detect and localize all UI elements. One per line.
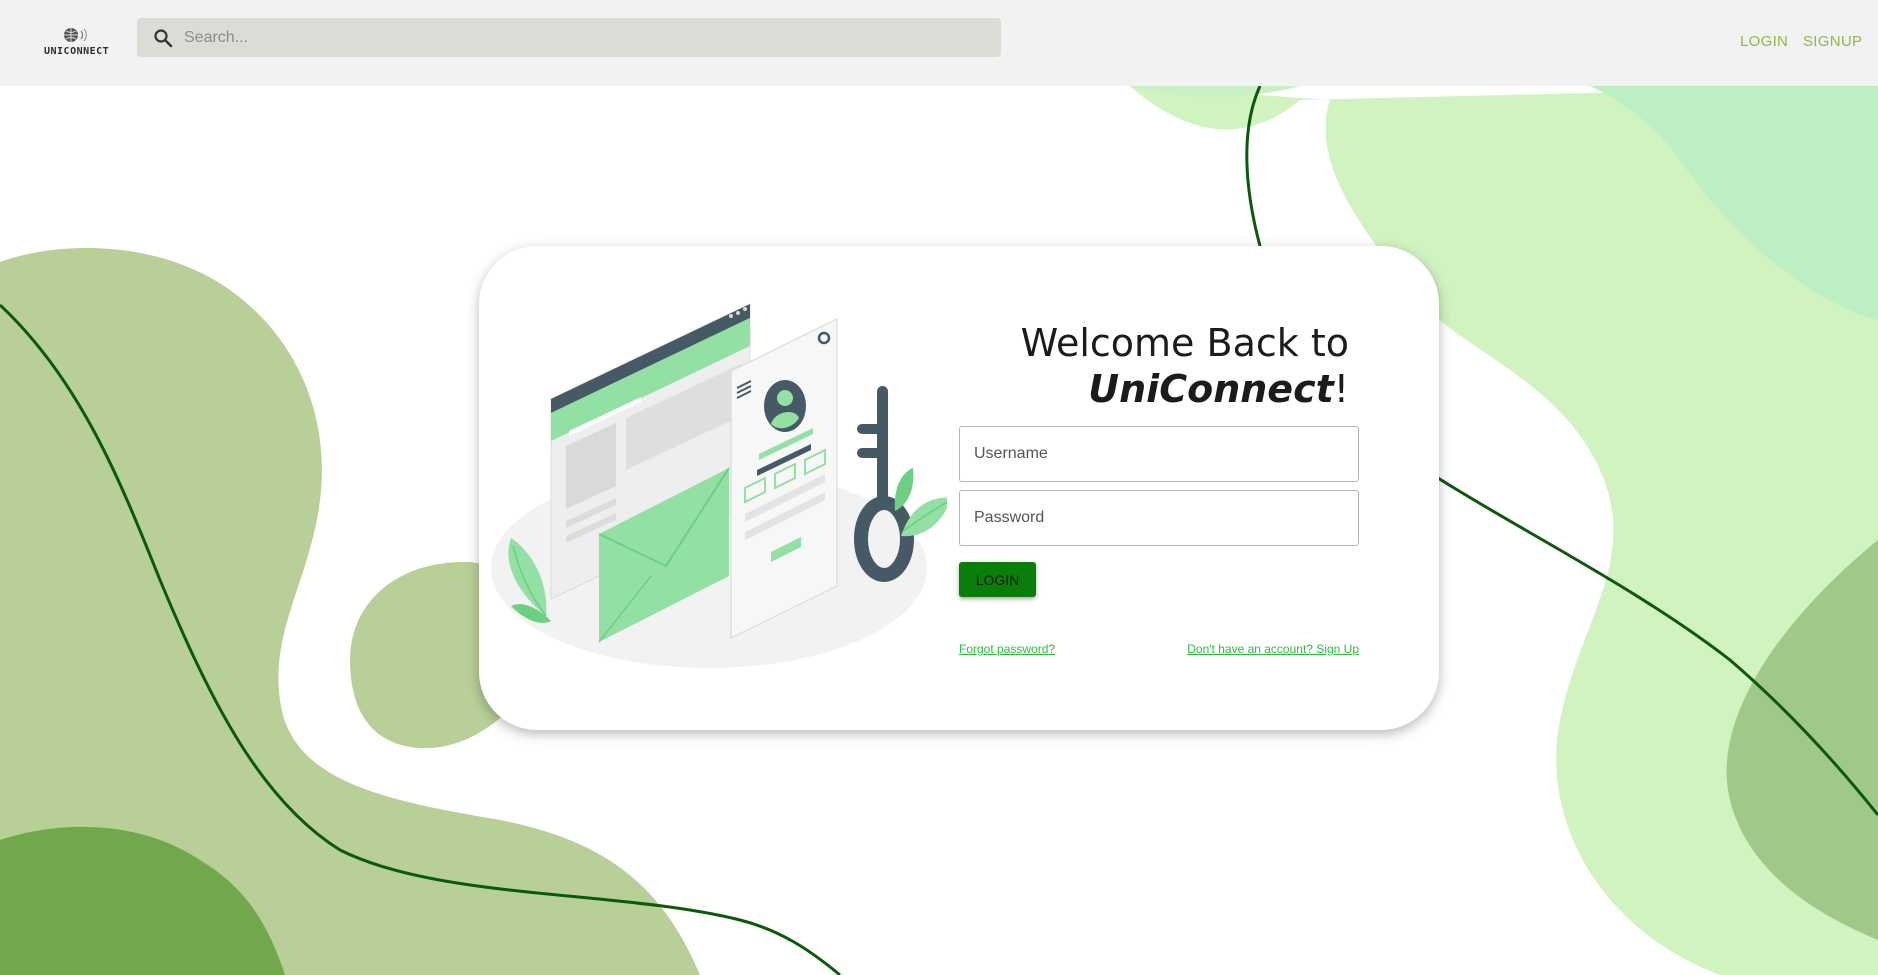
uniconnect-logo[interactable]: UNICONNECT <box>44 26 110 62</box>
login-card: Welcome Back to UniConnect! LOGIN Forgot… <box>479 246 1439 730</box>
welcome-line2: UniConnect! <box>1021 366 1349 412</box>
welcome-line1: Welcome Back to <box>1020 321 1349 365</box>
login-security-illustration <box>491 303 947 668</box>
search-input[interactable] <box>184 18 984 57</box>
search-bar[interactable] <box>137 18 1001 57</box>
top-navbar: UNICONNECT LOGIN SIGNUP <box>0 0 1878 86</box>
welcome-heading: Welcome Back to UniConnect! <box>1021 320 1349 412</box>
brand-name: UniConnect <box>1088 367 1334 411</box>
username-field[interactable] <box>959 426 1359 482</box>
forgot-password-link[interactable]: Forgot password? <box>959 642 1055 656</box>
brand-suffix: ! <box>1333 367 1349 411</box>
nav-login-link[interactable]: LOGIN <box>1740 33 1788 50</box>
logo-text: UNICONNECT <box>44 46 110 57</box>
nav-signup-link[interactable]: SIGNUP <box>1803 33 1862 50</box>
password-field[interactable] <box>959 490 1359 546</box>
login-button[interactable]: LOGIN <box>959 562 1036 597</box>
signup-link[interactable]: Don't have an account? Sign Up <box>1187 642 1359 656</box>
globe-wifi-icon <box>64 28 87 42</box>
search-icon <box>154 29 173 48</box>
